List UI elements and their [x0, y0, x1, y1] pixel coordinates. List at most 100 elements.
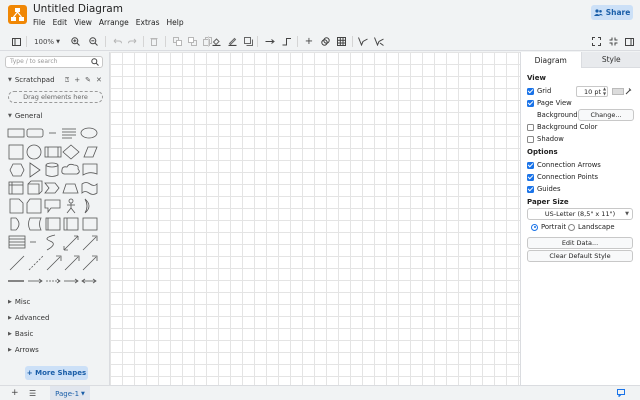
diamond-shape[interactable]	[62, 144, 80, 160]
data-storage-shape[interactable]	[28, 217, 42, 231]
circle-shape[interactable]	[26, 144, 42, 160]
link-icon[interactable]	[320, 35, 330, 48]
bidirectional-arrow-shape[interactable]	[63, 235, 79, 251]
landscape-radio[interactable]	[568, 223, 575, 231]
grid-size-stepper[interactable]: ▲ ▼	[603, 86, 606, 96]
arrow-line-shape[interactable]	[64, 278, 79, 284]
format-painter-icon[interactable]	[374, 35, 384, 48]
delay-shape[interactable]	[10, 217, 20, 231]
shadow-icon[interactable]	[243, 35, 253, 48]
grid-color-swatch[interactable]	[612, 88, 624, 95]
waypoints-icon[interactable]	[282, 35, 292, 48]
connection-points-option[interactable]: Connection Points	[527, 173, 598, 181]
callout-shape[interactable]	[44, 199, 61, 214]
share-button[interactable]: Share	[591, 5, 633, 20]
connection-points-checkbox[interactable]	[527, 173, 534, 181]
search-icon[interactable]	[91, 58, 99, 66]
guides-checkbox[interactable]	[527, 185, 534, 193]
zoom-dropdown[interactable]: 100% ▼	[33, 35, 61, 48]
add-icon[interactable]: +	[74, 76, 80, 85]
tab-style[interactable]: Style	[580, 52, 640, 68]
note-shape[interactable]	[9, 198, 24, 214]
square-shape[interactable]	[8, 144, 24, 160]
connection-arrows-option[interactable]: Connection Arrows	[527, 161, 601, 169]
general-section-header[interactable]: ▼ General	[8, 112, 42, 120]
grid-checkbox[interactable]	[527, 87, 534, 95]
document-shape[interactable]	[82, 163, 98, 176]
process-shape[interactable]	[44, 146, 62, 158]
connection-arrows-checkbox[interactable]	[527, 161, 534, 169]
page-view-checkbox[interactable]	[527, 99, 534, 107]
trapezoid-shape[interactable]	[62, 183, 79, 194]
step-shape[interactable]	[44, 182, 60, 194]
container-shape[interactable]	[63, 217, 79, 231]
pages-menu-icon[interactable]: ☰	[29, 389, 36, 398]
actor-shape[interactable]	[66, 198, 76, 214]
to-back-icon[interactable]	[187, 35, 197, 48]
scratchpad-dropzone[interactable]: Drag elements here	[8, 91, 103, 103]
arrow-shape[interactable]	[82, 235, 98, 251]
menu-edit[interactable]: Edit	[53, 18, 68, 29]
more-shapes-button[interactable]: + More Shapes	[25, 366, 88, 380]
directional-arrow-shape[interactable]	[64, 255, 80, 271]
fill-color-icon[interactable]	[211, 35, 221, 48]
frame-shape[interactable]	[82, 217, 98, 231]
basic-section-header[interactable]: ▶ Basic	[8, 330, 33, 338]
landscape-option[interactable]: Landscape	[568, 223, 615, 231]
shadow-option[interactable]: Shadow	[527, 135, 564, 143]
menu-arrange[interactable]: Arrange	[99, 18, 129, 29]
portrait-radio[interactable]	[531, 223, 538, 231]
hexagon-shape[interactable]	[9, 163, 25, 177]
edit-style-icon[interactable]	[358, 35, 368, 48]
cylinder-shape[interactable]	[45, 162, 59, 177]
rounded-rectangle-shape[interactable]	[26, 128, 44, 138]
directional-line-shape[interactable]	[46, 255, 62, 271]
fullscreen-icon[interactable]	[591, 35, 601, 48]
misc-section-header[interactable]: ▶ Misc	[8, 298, 30, 306]
help-icon[interactable]: ⍰	[65, 76, 69, 85]
link-connector-shape[interactable]	[28, 278, 43, 284]
line-shape[interactable]	[9, 255, 25, 271]
change-background-button[interactable]: Change...	[578, 109, 634, 121]
curve-shape[interactable]	[46, 234, 56, 251]
shape-search-input[interactable]: Type / to search	[5, 56, 103, 68]
grid-option[interactable]: Grid	[527, 87, 551, 95]
dashed-arrow-shape[interactable]	[46, 278, 61, 284]
undo-icon[interactable]	[112, 35, 122, 48]
format-panel-icon[interactable]	[11, 35, 21, 48]
redo-icon[interactable]	[127, 35, 137, 48]
dashed-line-shape[interactable]	[28, 255, 44, 271]
scratchpad-header[interactable]: ▼ Scratchpad	[8, 76, 55, 84]
connector-arrow-shape[interactable]	[82, 255, 98, 271]
color-picker-icon[interactable]	[625, 87, 632, 95]
shadow-checkbox[interactable]	[527, 135, 534, 143]
background-color-checkbox[interactable]	[527, 123, 534, 131]
tab-diagram[interactable]: Diagram	[521, 52, 581, 68]
menu-file[interactable]: File	[33, 18, 46, 29]
internal-storage-shape[interactable]	[8, 181, 24, 195]
menu-help[interactable]: Help	[167, 18, 184, 29]
collapse-icon[interactable]	[608, 35, 618, 48]
rectangle-shape[interactable]	[7, 128, 25, 138]
close-icon[interactable]: ✕	[96, 76, 102, 85]
edit-icon[interactable]: ✎	[85, 76, 91, 85]
table-icon[interactable]	[336, 35, 346, 48]
diagram-canvas[interactable]	[110, 52, 520, 385]
clear-default-style-button[interactable]: Clear Default Style	[527, 250, 633, 262]
or-shape[interactable]	[84, 198, 90, 214]
tape-shape[interactable]	[81, 182, 98, 195]
document-title[interactable]: Untitled Diagram	[33, 3, 123, 15]
background-color-option[interactable]: Background Color	[527, 123, 597, 131]
feedback-icon[interactable]	[617, 389, 625, 397]
add-page-icon[interactable]: +	[11, 388, 19, 398]
textbox-shape[interactable]	[62, 128, 76, 139]
edit-data-button[interactable]: Edit Data...	[527, 237, 633, 249]
line-color-icon[interactable]	[227, 35, 237, 48]
display-shape[interactable]	[45, 217, 61, 231]
zoom-out-icon[interactable]	[88, 35, 98, 48]
portrait-option[interactable]: Portrait	[531, 223, 566, 231]
zoom-in-icon[interactable]	[70, 35, 80, 48]
connection-arrow-icon[interactable]	[265, 35, 275, 48]
guides-option[interactable]: Guides	[527, 185, 561, 193]
parallelogram-shape[interactable]	[83, 146, 98, 158]
